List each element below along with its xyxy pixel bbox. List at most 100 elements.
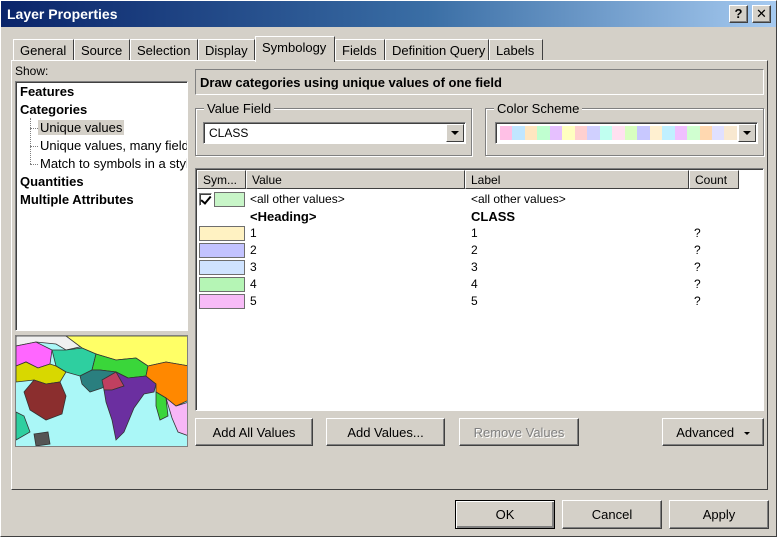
tree-item-unique-values[interactable]: Unique values [38,120,125,135]
row-value[interactable]: 4 [250,277,257,291]
tab-fields[interactable]: Fields [335,39,385,61]
layer-properties-window: Layer Properties ? ✕ General Source Sele… [0,0,777,537]
color-ramp-swatch [699,126,712,140]
color-ramp-swatch [599,126,613,140]
row-value[interactable]: 3 [250,260,257,274]
symbol-swatch[interactable] [199,277,245,292]
tree-item-unique-values-many-fields[interactable]: Unique values, many fields [40,138,187,153]
tab-labels[interactable]: Labels [489,39,543,61]
close-icon: ✕ [756,6,767,21]
tab-symbology[interactable]: Symbology [255,36,335,62]
color-ramp-swatch [637,126,650,140]
all-other-values-symbol[interactable] [214,192,245,207]
add-all-values-button[interactable]: Add All Values [195,418,313,446]
tree-connector [30,118,31,164]
row-count: ? [694,260,701,274]
help-button[interactable]: ? [729,5,748,23]
color-ramp-swatch [587,126,600,140]
color-ramp-swatch [500,126,513,140]
row-label[interactable]: 2 [471,243,478,257]
tab-label: Symbology [262,40,327,55]
all-other-values-value[interactable]: <all other values> [250,192,345,206]
row-label[interactable]: 1 [471,226,478,240]
tab-selection[interactable]: Selection [130,39,198,61]
tab-label: Definition Query [392,43,486,58]
color-ramp-swatch [674,126,688,140]
column-header-value[interactable]: Value [246,170,465,189]
row-count: ? [694,294,701,308]
row-count: ? [694,243,701,257]
tab-label: Display [205,43,248,58]
tab-label: General [20,43,67,58]
tree-item-match-to-symbols[interactable]: Match to symbols in a style [40,156,187,171]
row-value[interactable]: 1 [250,226,257,240]
cancel-button[interactable]: Cancel [562,500,662,529]
close-button[interactable]: ✕ [752,5,771,23]
renderer-description: Draw categories using unique values of o… [195,69,764,95]
row-value[interactable]: 5 [250,294,257,308]
window-title: Layer Properties [7,6,118,22]
tree-item-multiple-attributes[interactable]: Multiple Attributes [20,192,134,207]
color-ramp [500,126,737,140]
symbol-swatch[interactable] [199,294,245,309]
dropdown-arrow-icon [743,432,750,436]
row-count: ? [694,226,701,240]
color-scheme-select[interactable] [495,122,758,144]
add-values-button[interactable]: Add Values... [326,418,445,446]
color-ramp-swatch [562,126,575,140]
tree-connector [30,146,38,147]
tree-connector [30,164,38,165]
tab-definition-query[interactable]: Definition Query [385,39,489,61]
color-ramp-swatch [711,126,725,140]
row-label[interactable]: 5 [471,294,478,308]
tab-source[interactable]: Source [74,39,130,61]
unique-values-grid[interactable]: Sym... Value Label Count <all other valu… [195,168,764,411]
column-header-symbol[interactable]: Sym... [197,170,246,189]
show-label: Show: [15,64,49,78]
help-icon: ? [734,6,743,21]
title-bar[interactable]: Layer Properties ? ✕ [1,1,776,27]
all-other-values-label[interactable]: <all other values> [471,192,566,206]
row-label[interactable]: 3 [471,260,478,274]
color-ramp-swatch [574,126,588,140]
color-ramp-swatch [512,126,525,140]
color-ramp-swatch [687,126,700,140]
advanced-label: Advanced [676,425,735,440]
heading-value[interactable]: <Heading> [250,209,316,224]
chevron-down-icon[interactable] [446,124,464,142]
symbol-swatch[interactable] [199,226,245,241]
preview-map-image [15,335,188,447]
tree-item-quantities[interactable]: Quantities [20,174,84,189]
apply-button[interactable]: Apply [669,500,769,529]
symbol-swatch[interactable] [199,243,245,258]
color-ramp-swatch [662,126,675,140]
value-field-select[interactable]: CLASS [203,122,466,144]
remove-values-button[interactable]: Remove Values [459,418,579,446]
tab-display[interactable]: Display [198,39,255,61]
tab-general[interactable]: General [13,39,74,61]
row-label[interactable]: 4 [471,277,478,291]
tree-connector [30,128,38,129]
advanced-button[interactable]: Advanced [662,418,764,446]
color-ramp-swatch [649,126,663,140]
heading-label[interactable]: CLASS [471,209,515,224]
tab-label: Labels [496,43,535,58]
chevron-down-icon[interactable] [738,124,756,142]
all-other-values-checkbox[interactable] [199,193,212,206]
column-header-label[interactable]: Label [465,170,689,189]
color-ramp-swatch [524,126,538,140]
ok-button[interactable]: OK [455,500,555,529]
color-ramp-swatch [612,126,625,140]
row-value[interactable]: 2 [250,243,257,257]
color-scheme-legend: Color Scheme [494,101,583,116]
column-header-count[interactable]: Count [689,170,739,189]
row-count: ? [694,277,701,291]
tree-item-features[interactable]: Features [20,84,74,99]
symbol-swatch[interactable] [199,260,245,275]
show-tree[interactable]: Features Categories Unique values Unique… [15,81,188,331]
value-field-value: CLASS [209,126,249,140]
tab-label: Source [81,43,123,58]
value-field-legend: Value Field [204,101,275,116]
tab-label: Fields [342,43,377,58]
tree-item-categories[interactable]: Categories [20,102,87,117]
